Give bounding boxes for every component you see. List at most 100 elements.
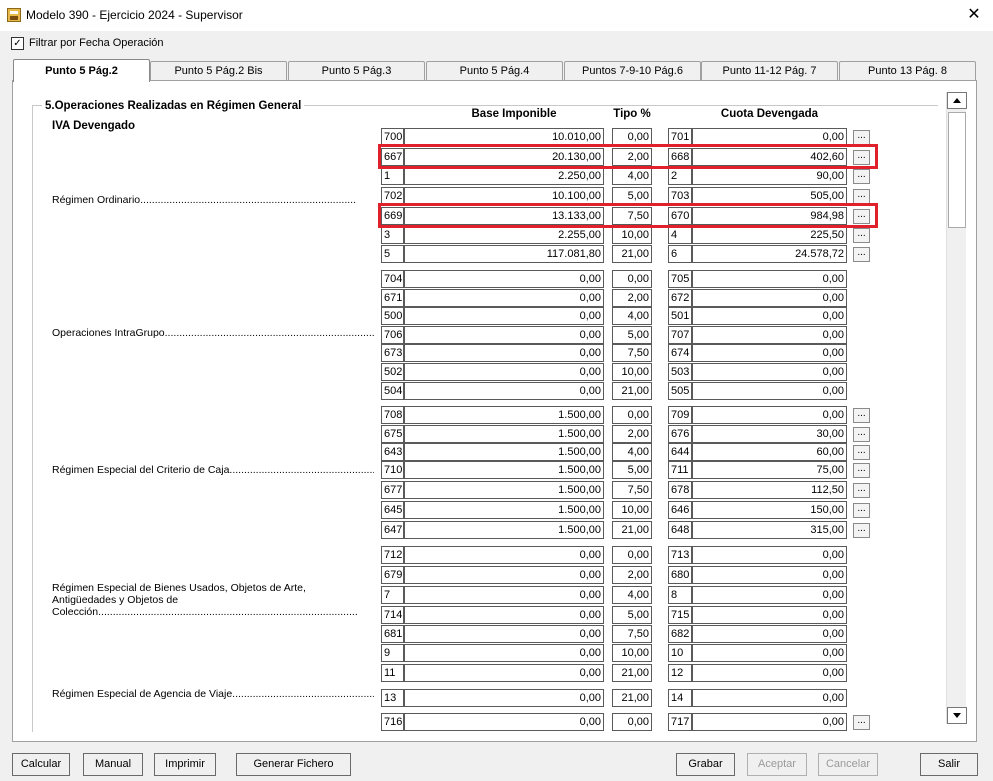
tab-3[interactable]: Punto 5 Pág.3	[288, 61, 425, 80]
grabar-button[interactable]: Grabar	[676, 753, 735, 776]
cuota-devengada-input[interactable]: 0,00	[692, 344, 847, 362]
detail-button[interactable]: ...	[853, 408, 870, 423]
salir-button[interactable]: Salir	[920, 753, 978, 776]
aceptar-button[interactable]: Aceptar	[747, 753, 807, 776]
tab-5[interactable]: Puntos 7-9-10 Pág.6	[564, 61, 701, 80]
base-imponible-input[interactable]: 0,00	[404, 326, 604, 344]
base-imponible-input[interactable]: 1.500,00	[404, 461, 604, 479]
cuota-devengada-input[interactable]: 30,00	[692, 425, 847, 443]
cuota-devengada-input[interactable]: 0,00	[692, 625, 847, 643]
tipo-input[interactable]: 10,00	[612, 644, 652, 662]
tipo-input[interactable]: 5,00	[612, 606, 652, 624]
base-imponible-input[interactable]: 0,00	[404, 664, 604, 682]
cuota-devengada-input[interactable]: 0,00	[692, 586, 847, 604]
tab-6[interactable]: Punto 11-12 Pág. 7	[701, 61, 838, 80]
cuota-devengada-input[interactable]: 75,00	[692, 461, 847, 479]
calcular-button[interactable]: Calcular	[12, 753, 70, 776]
cuota-devengada-input[interactable]: 150,00	[692, 501, 847, 519]
tipo-input[interactable]: 21,00	[612, 382, 652, 400]
tab-2[interactable]: Punto 5 Pág.2 Bis	[150, 61, 287, 80]
base-imponible-input[interactable]: 0,00	[404, 586, 604, 604]
tipo-input[interactable]: 21,00	[612, 689, 652, 707]
base-imponible-input[interactable]: 1.500,00	[404, 521, 604, 539]
tipo-input[interactable]: 10,00	[612, 363, 652, 381]
cuota-devengada-input[interactable]: 0,00	[692, 566, 847, 584]
tipo-input[interactable]: 2,00	[612, 566, 652, 584]
tab-7[interactable]: Punto 13 Pág. 8	[839, 61, 976, 80]
detail-button[interactable]: ...	[853, 247, 870, 262]
cuota-devengada-input[interactable]: 0,00	[692, 689, 847, 707]
base-imponible-input[interactable]: 1.500,00	[404, 406, 604, 424]
detail-button[interactable]: ...	[853, 483, 870, 498]
tipo-input[interactable]: 7,50	[612, 344, 652, 362]
tipo-input[interactable]: 2,00	[612, 289, 652, 307]
cuota-devengada-input[interactable]: 0,00	[692, 289, 847, 307]
base-imponible-input[interactable]: 0,00	[404, 289, 604, 307]
checkbox-check-icon[interactable]: ✓	[11, 37, 24, 50]
scroll-up-icon[interactable]	[947, 92, 967, 109]
base-imponible-input[interactable]: 1.500,00	[404, 481, 604, 499]
base-imponible-input[interactable]: 1.500,00	[404, 443, 604, 461]
cuota-devengada-input[interactable]: 0,00	[692, 713, 847, 731]
close-icon[interactable]: ✕	[962, 3, 986, 27]
cuota-devengada-input[interactable]: 0,00	[692, 363, 847, 381]
scroll-down-icon[interactable]	[947, 707, 967, 724]
cuota-devengada-input[interactable]: 24.578,72	[692, 245, 847, 263]
tipo-input[interactable]: 7,50	[612, 625, 652, 643]
scroll-thumb[interactable]	[948, 112, 966, 228]
tipo-input[interactable]: 2,00	[612, 425, 652, 443]
base-imponible-input[interactable]: 2.255,00	[404, 226, 604, 244]
cuota-devengada-input[interactable]: 90,00	[692, 167, 847, 185]
cuota-devengada-input[interactable]: 315,00	[692, 521, 847, 539]
tipo-input[interactable]: 0,00	[612, 546, 652, 564]
detail-button[interactable]: ...	[853, 445, 870, 460]
generar-fichero-button[interactable]: Generar Fichero	[236, 753, 351, 776]
base-imponible-input[interactable]: 0,00	[404, 713, 604, 731]
base-imponible-input[interactable]: 0,00	[404, 625, 604, 643]
base-imponible-input[interactable]: 0,00	[404, 606, 604, 624]
cuota-devengada-input[interactable]: 0,00	[692, 382, 847, 400]
detail-button[interactable]: ...	[853, 427, 870, 442]
base-imponible-input[interactable]: 0,00	[404, 566, 604, 584]
tipo-input[interactable]: 4,00	[612, 167, 652, 185]
tipo-input[interactable]: 0,00	[612, 270, 652, 288]
tipo-input[interactable]: 21,00	[612, 521, 652, 539]
manual-button[interactable]: Manual	[83, 753, 143, 776]
tab-1[interactable]: Punto 5 Pág.2	[13, 59, 150, 82]
tipo-input[interactable]: 21,00	[612, 245, 652, 263]
base-imponible-input[interactable]: 117.081,80	[404, 245, 604, 263]
tipo-input[interactable]: 10,00	[612, 501, 652, 519]
cuota-devengada-input[interactable]: 0,00	[692, 644, 847, 662]
cuota-devengada-input[interactable]: 112,50	[692, 481, 847, 499]
detail-button[interactable]: ...	[853, 503, 870, 518]
tipo-input[interactable]: 21,00	[612, 664, 652, 682]
cuota-devengada-input[interactable]: 225,50	[692, 226, 847, 244]
base-imponible-input[interactable]: 0,00	[404, 270, 604, 288]
base-imponible-input[interactable]: 0,00	[404, 363, 604, 381]
tipo-input[interactable]: 5,00	[612, 461, 652, 479]
cuota-devengada-input[interactable]: 0,00	[692, 270, 847, 288]
tab-4[interactable]: Punto 5 Pág.4	[426, 61, 563, 80]
cuota-devengada-input[interactable]: 60,00	[692, 443, 847, 461]
tipo-input[interactable]: 0,00	[612, 713, 652, 731]
tipo-input[interactable]: 10,00	[612, 226, 652, 244]
cuota-devengada-input[interactable]: 0,00	[692, 307, 847, 325]
base-imponible-input[interactable]: 2.250,00	[404, 167, 604, 185]
base-imponible-input[interactable]: 0,00	[404, 344, 604, 362]
base-imponible-input[interactable]: 1.500,00	[404, 501, 604, 519]
base-imponible-input[interactable]: 0,00	[404, 546, 604, 564]
base-imponible-input[interactable]: 1.500,00	[404, 425, 604, 443]
vertical-scrollbar[interactable]	[946, 92, 967, 724]
detail-button[interactable]: ...	[853, 130, 870, 145]
detail-button[interactable]: ...	[853, 715, 870, 730]
base-imponible-input[interactable]: 0,00	[404, 644, 604, 662]
cuota-devengada-input[interactable]: 0,00	[692, 606, 847, 624]
tipo-input[interactable]: 4,00	[612, 586, 652, 604]
cancelar-button[interactable]: Cancelar	[818, 753, 878, 776]
tipo-input[interactable]: 4,00	[612, 443, 652, 461]
tipo-input[interactable]: 5,00	[612, 326, 652, 344]
cuota-devengada-input[interactable]: 0,00	[692, 406, 847, 424]
detail-button[interactable]: ...	[853, 189, 870, 204]
tipo-input[interactable]: 0,00	[612, 406, 652, 424]
base-imponible-input[interactable]: 0,00	[404, 689, 604, 707]
